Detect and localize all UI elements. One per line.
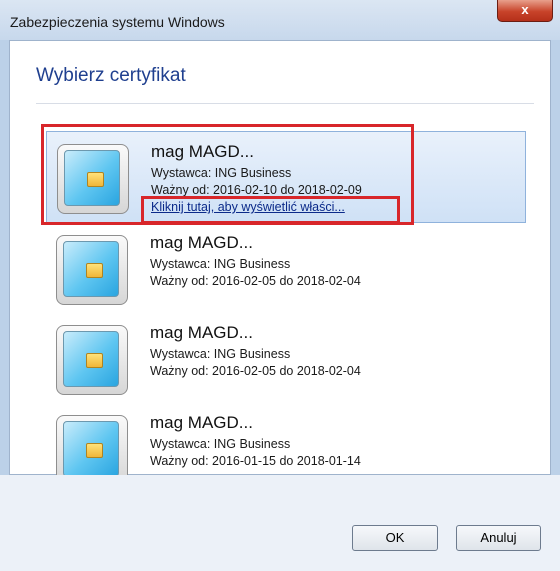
ok-button[interactable]: OK <box>352 525 438 551</box>
certificate-issuer: Wystawca: ING Business <box>150 257 291 271</box>
button-bar: OK Anuluj <box>0 475 560 571</box>
certificate-issuer: Wystawca: ING Business <box>150 347 291 361</box>
certificate-item-3[interactable]: mag MAGD... Wystawca: ING Business Ważny… <box>46 313 526 405</box>
cancel-button[interactable]: Anuluj <box>456 525 541 551</box>
certificate-validity: Ważny od: 2016-02-05 do 2018-02-04 <box>150 364 361 378</box>
dialog-heading: Wybierz certyfikat <box>36 65 186 86</box>
dialog-content: Wybierz certyfikat mag MAGD... Wystawca:… <box>9 40 551 485</box>
smart-card-icon <box>56 235 128 305</box>
title-bar[interactable]: Zabezpieczenia systemu Windows x <box>0 0 560 40</box>
close-button[interactable]: x <box>497 0 553 22</box>
certificate-name: mag MAGD... <box>150 233 253 252</box>
certificate-name: mag MAGD... <box>150 323 253 342</box>
close-icon: x <box>521 2 529 17</box>
certificate-validity: Ważny od: 2016-01-15 do 2018-01-14 <box>150 454 361 468</box>
window-title: Zabezpieczenia systemu Windows <box>10 14 225 30</box>
certificate-item-2[interactable]: mag MAGD... Wystawca: ING Business Ważny… <box>46 223 526 315</box>
certificate-issuer: Wystawca: ING Business <box>150 437 291 451</box>
security-dialog-window: Zabezpieczenia systemu Windows x Wybierz… <box>0 0 560 571</box>
heading-separator <box>36 103 534 104</box>
certificate-name: mag MAGD... <box>150 413 253 432</box>
smart-card-icon <box>56 325 128 395</box>
certificate-validity: Ważny od: 2016-02-05 do 2018-02-04 <box>150 274 361 288</box>
properties-link-highlight <box>141 196 400 224</box>
